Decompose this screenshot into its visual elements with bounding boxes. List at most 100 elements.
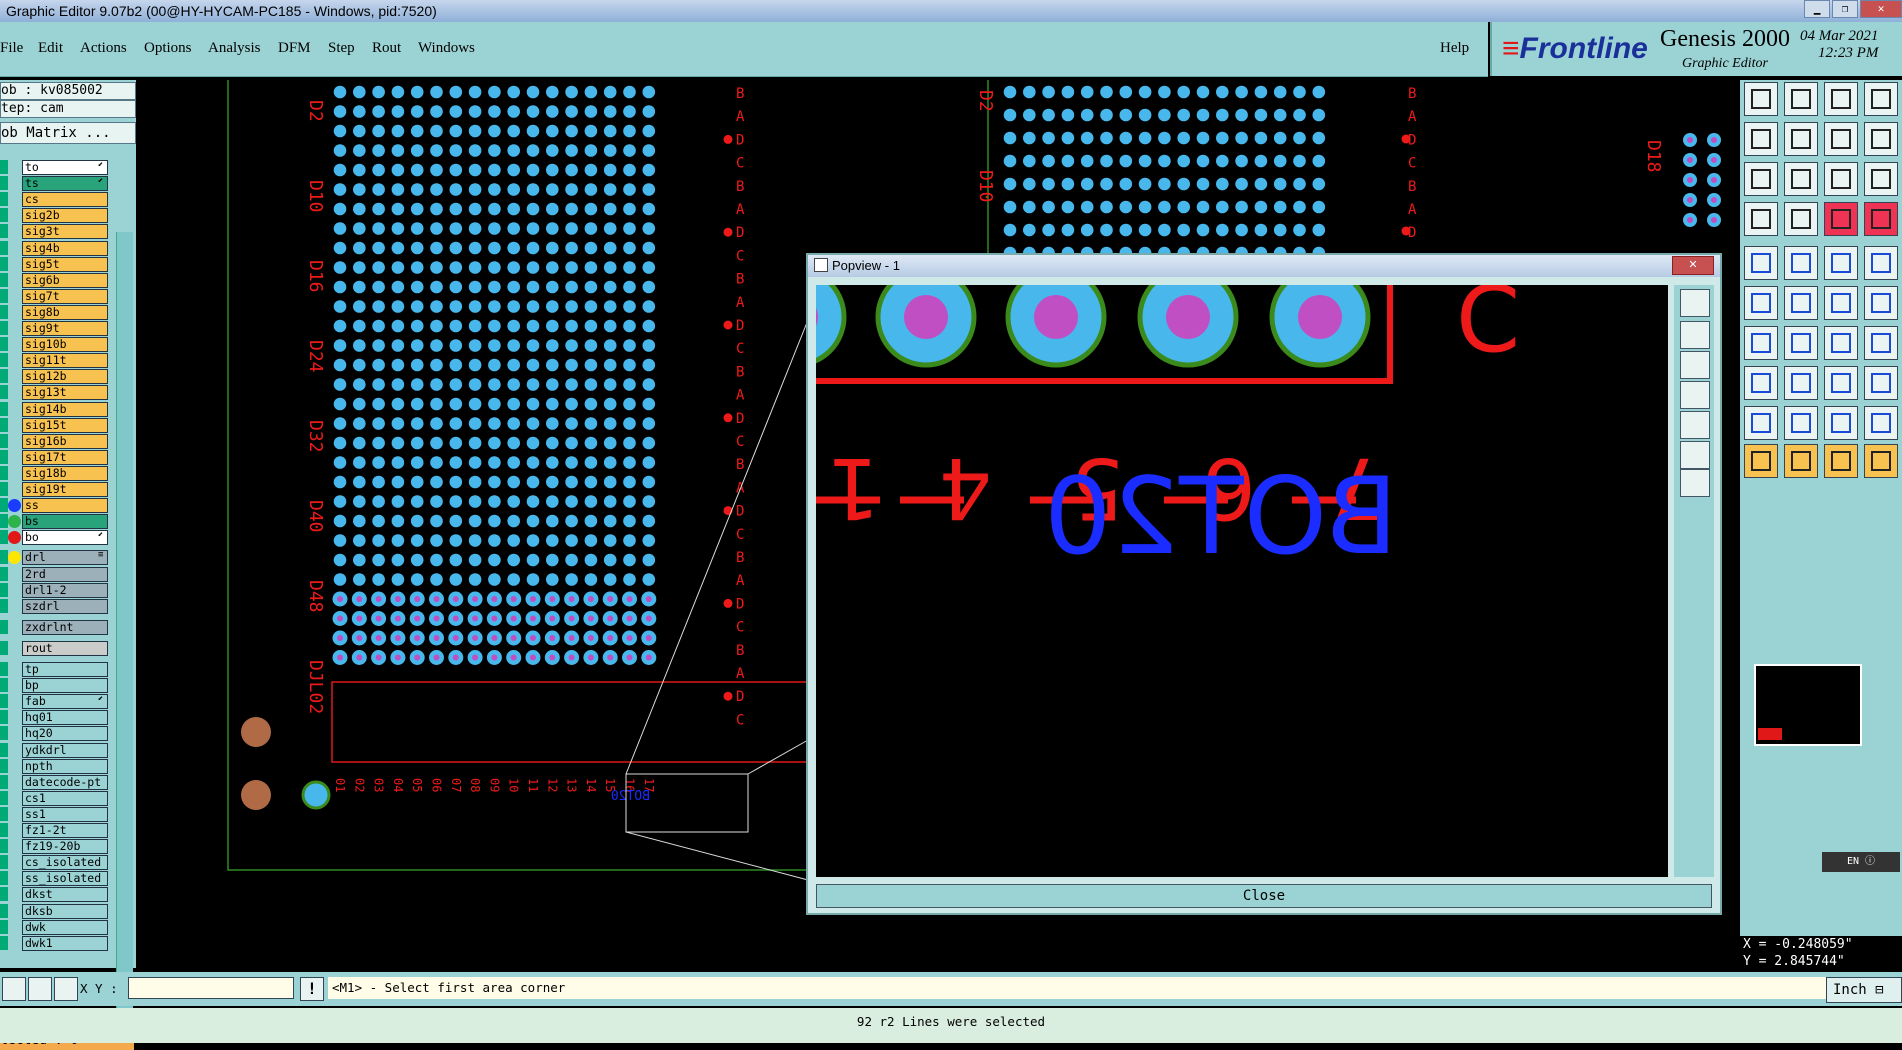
move-icon[interactable] (1744, 366, 1778, 400)
layer-row-fz1-2t[interactable]: fz1-2t (0, 823, 112, 838)
layer-row-sig13t[interactable]: sig13t (0, 385, 112, 401)
layer-name[interactable]: tp (22, 662, 108, 677)
pan-right-icon[interactable] (1784, 122, 1818, 156)
layer-row-rout[interactable]: rout (0, 640, 112, 656)
ruler-icon[interactable] (1824, 246, 1858, 280)
help-icon[interactable] (1864, 162, 1898, 196)
layer-name[interactable]: sig17t (22, 449, 108, 465)
layer-index-marker[interactable] (0, 887, 8, 902)
layer-row-zxdrlnt[interactable]: zxdrlnt (0, 619, 112, 635)
layer-index-marker[interactable] (0, 694, 8, 709)
layer-name[interactable]: sig5t (22, 256, 108, 272)
zoom-all-icon[interactable] (1744, 162, 1778, 196)
layer-index-marker[interactable] (0, 758, 8, 773)
measure-icon[interactable] (28, 977, 52, 1001)
cross-icon[interactable] (1784, 286, 1818, 320)
box-icon[interactable] (1824, 366, 1858, 400)
layer-name[interactable]: hq20 (22, 726, 108, 742)
layer-name[interactable]: 2rd (22, 566, 108, 582)
layer-index-marker[interactable] (0, 417, 8, 432)
layer-row-dksb[interactable]: dksb (0, 903, 112, 919)
layer-name[interactable]: cs (22, 192, 108, 208)
layer-name[interactable]: sig3t (22, 224, 108, 240)
snap-icon[interactable] (1824, 202, 1858, 236)
layer-row-dkst[interactable]: dkst (0, 887, 112, 903)
menu-dfm[interactable]: DFM (278, 40, 311, 57)
minimize-button[interactable]: ▁ (1804, 0, 1830, 18)
layer-name[interactable]: datecode-pt (22, 774, 108, 790)
layer-name[interactable]: ts (22, 176, 108, 192)
layer-row-cs[interactable]: cs (0, 192, 112, 208)
pointer-multi-icon[interactable] (1864, 444, 1898, 478)
layer-index-marker[interactable] (0, 433, 8, 448)
layer-row-sig12b[interactable]: sig12b (0, 369, 112, 385)
layer-name[interactable]: fz19-20b (22, 839, 108, 855)
layer-name[interactable]: sig14b (22, 401, 108, 417)
layer-name[interactable]: bo (22, 530, 108, 546)
rotate-icon[interactable] (1824, 326, 1858, 360)
layer-index-marker[interactable] (0, 514, 8, 529)
layer-index-marker[interactable] (0, 774, 8, 789)
layer-index-marker[interactable] (0, 160, 8, 174)
layer-index-marker[interactable] (0, 919, 8, 934)
layer-row-npth[interactable]: npth (0, 758, 112, 774)
zoom-in-icon[interactable] (1744, 82, 1778, 116)
layer-index-marker[interactable] (0, 321, 8, 335)
layer-row-sig17t[interactable]: sig17t (0, 449, 112, 465)
layer-row-drl1-2[interactable]: drl1-2 (0, 582, 112, 598)
popview-tool-1-icon[interactable] (1680, 289, 1710, 317)
popview-close-button[interactable]: Close (816, 884, 1712, 908)
menu-help[interactable]: Help (1440, 40, 1469, 57)
layer-name[interactable]: cs1 (22, 790, 108, 806)
layer-index-marker[interactable] (0, 855, 8, 870)
layer-index-marker[interactable] (0, 449, 8, 464)
unit-selector[interactable]: Inch ⊟ (1826, 977, 1902, 1003)
window-icon[interactable] (1864, 82, 1898, 116)
layer-row-sig6b[interactable]: sig6b (0, 272, 112, 288)
layer-row-dwk1[interactable]: dwk1 (0, 935, 112, 951)
layer-index-marker[interactable] (0, 619, 8, 634)
popview-tool-7-icon[interactable] (1680, 469, 1710, 497)
layer-index-marker[interactable] (0, 498, 8, 513)
layer-index-marker[interactable] (0, 288, 8, 303)
pointer-select-icon[interactable] (1824, 444, 1858, 478)
popview-tool-2-icon[interactable] (1680, 321, 1710, 349)
layer-row-hq20[interactable]: hq20 (0, 726, 112, 742)
layer-row-2rd[interactable]: 2rd (0, 566, 112, 582)
layer-row-ydkdrl[interactable]: ydkdrl (0, 742, 112, 758)
layer-index-marker[interactable] (0, 208, 8, 223)
home-icon[interactable] (1824, 82, 1858, 116)
layer-row-bo[interactable]: bo ⬋ (0, 530, 112, 546)
menu-actions[interactable]: Actions (80, 40, 127, 57)
layer-name[interactable]: sig19t (22, 482, 108, 497)
layer-name[interactable]: sig9t (22, 321, 108, 336)
scale-icon[interactable] (1824, 162, 1858, 196)
layer-row-szdrl[interactable]: szdrl (0, 598, 112, 614)
pointer-alt-icon[interactable] (1784, 444, 1818, 478)
alert-icon[interactable]: ! (300, 977, 324, 1001)
slash-icon[interactable] (1744, 326, 1778, 360)
layer-name[interactable]: sig13t (22, 385, 108, 401)
layer-name[interactable]: sig12b (22, 369, 108, 385)
layer-row-fab[interactable]: fab ⬋ (0, 694, 112, 710)
layer-index-marker[interactable] (0, 401, 8, 416)
layer-name[interactable]: ss_isolated (22, 871, 108, 887)
center-icon[interactable] (1784, 162, 1818, 196)
layer-row-ss1[interactable]: ss1 (0, 806, 112, 822)
layer-index-marker[interactable] (0, 823, 8, 837)
layer-index-marker[interactable] (0, 353, 8, 368)
layer-name[interactable]: sig2b (22, 208, 108, 224)
triangle-a-icon[interactable] (1784, 406, 1818, 440)
layer-index-marker[interactable] (0, 678, 8, 693)
layer-name[interactable]: dkst (22, 887, 108, 903)
layer-name[interactable]: bp (22, 678, 108, 694)
popview-close-icon[interactable]: ✕ (1672, 256, 1714, 275)
minimap[interactable] (1754, 664, 1862, 746)
layer-row-sig2b[interactable]: sig2b (0, 208, 112, 224)
xy-input[interactable] (128, 977, 294, 999)
pan-left-icon[interactable] (1744, 122, 1778, 156)
popview-zoom-view[interactable]: C1 4 5 6 7BOT20 (816, 285, 1668, 877)
layer-name[interactable]: sig6b (22, 272, 108, 288)
triangle-c-icon[interactable] (1864, 406, 1898, 440)
language-indicator[interactable]: EN ⓘ (1822, 852, 1900, 872)
